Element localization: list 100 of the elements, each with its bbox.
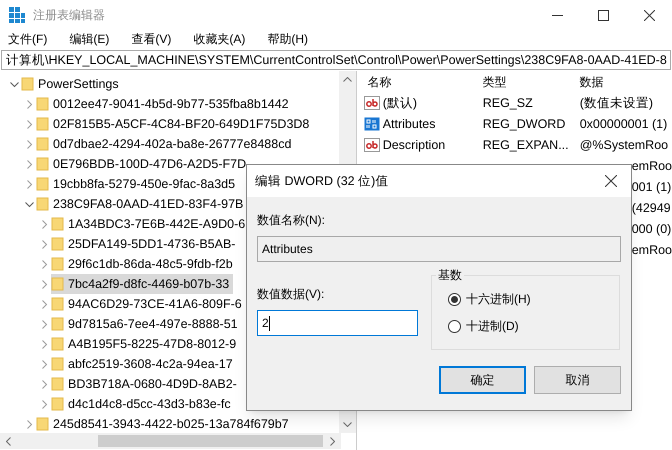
string-value-icon: [364, 138, 380, 153]
folder-icon: [36, 197, 49, 211]
expand-chevron-icon[interactable]: [40, 240, 49, 248]
address-bar[interactable]: 计算机\HKEY_LOCAL_MACHINE\SYSTEM\CurrentControlSet\Control\Power\PowerSettings\238C9FA8-0AAD-41ED-8: [1, 50, 671, 70]
column-header[interactable]: 名称: [362, 73, 477, 91]
value-name[interactable]: (默认): [382, 94, 418, 113]
value-name[interactable]: Description: [382, 136, 446, 155]
scroll-left-icon[interactable]: [6, 436, 11, 446]
collapse-chevron-icon[interactable]: [10, 80, 19, 88]
scroll-down-icon[interactable]: [342, 422, 352, 427]
expand-chevron-icon[interactable]: [25, 100, 34, 108]
value-data: (42949: [632, 200, 671, 218]
expand-chevron-icon[interactable]: [40, 360, 49, 368]
folder-icon: [51, 217, 64, 231]
expand-chevron-icon[interactable]: [40, 400, 49, 408]
menu-item[interactable]: 帮助(H): [263, 30, 312, 48]
folder-icon: [51, 297, 64, 311]
value-data-label: 数值数据(V):: [257, 286, 326, 303]
tree-item[interactable]: 1A34BDC3-7E6B-442E-A9D0-6: [51, 214, 250, 234]
value-data: emRoo: [632, 242, 672, 260]
binary-value-icon: [364, 117, 380, 132]
folder-icon: [36, 117, 49, 131]
expand-chevron-icon[interactable]: [40, 260, 49, 268]
value-type: REG_DWORD: [482, 116, 566, 134]
value-data: 000 (0): [632, 221, 672, 238]
tree-item[interactable]: 9d7815a6-7ee4-497e-8888-51: [51, 314, 242, 334]
folder-icon: [51, 257, 64, 271]
dialog-title: 编辑 DWORD (32 位)值: [255, 172, 388, 190]
column-header[interactable]: 数据: [574, 73, 664, 91]
tree-item[interactable]: 238C9FA8-0AAD-41ED-83F4-97B: [36, 194, 248, 214]
expand-chevron-icon[interactable]: [40, 280, 49, 288]
tree-item[interactable]: 0E796BDB-100D-47D6-A2D5-F7D: [36, 154, 250, 174]
tree-item[interactable]: 94AC6D29-73CE-41A6-809F-6: [51, 294, 246, 314]
expand-chevron-icon[interactable]: [40, 220, 49, 228]
value-type: REG_EXPAN...: [482, 137, 570, 154]
expand-chevron-icon[interactable]: [25, 140, 34, 148]
value-data: 0x00000001 (1): [578, 116, 668, 134]
registry-app-icon: [8, 6, 26, 24]
value-data-field[interactable]: 2: [257, 310, 418, 336]
folder-icon: [51, 277, 64, 291]
menu-item[interactable]: 查看(V): [127, 30, 176, 48]
folder-icon: [36, 137, 49, 151]
tree-item[interactable]: 0d7dbae2-4294-402a-ba8e-26777e8488cd: [36, 134, 296, 154]
maximize-icon: [598, 10, 608, 20]
expand-chevron-icon[interactable]: [40, 320, 49, 328]
tree-item[interactable]: 25DFA149-5DD1-4736-B5AB-: [51, 234, 240, 254]
tree-item[interactable]: BD3B718A-0680-4D9D-8AB2-: [51, 374, 241, 394]
value-type: REG_SZ: [482, 95, 534, 112]
base-group-title: 基数: [436, 266, 464, 284]
tree-item[interactable]: abfc2519-3608-4c2a-94ea-17: [51, 354, 237, 374]
radio-label[interactable]: 十六进制(H): [466, 290, 531, 308]
folder-icon: [51, 237, 64, 251]
cancel-button[interactable]: 取消: [534, 366, 621, 394]
tree-item[interactable]: d4c1d4c8-d5cc-43d3-b83e-fc: [51, 394, 235, 414]
ok-button[interactable]: 确定: [439, 366, 526, 394]
expand-chevron-icon[interactable]: [25, 160, 34, 168]
expand-chevron-icon[interactable]: [25, 180, 34, 188]
folder-icon: [21, 77, 34, 91]
menu-item[interactable]: 文件(F): [4, 30, 52, 48]
tree-item[interactable]: 29f6c1db-86da-48c5-9fdb-f2b: [51, 254, 237, 274]
value-name-field[interactable]: Attributes: [257, 236, 621, 262]
tree-item[interactable]: PowerSettings: [21, 74, 123, 94]
radio-button[interactable]: [448, 292, 461, 306]
expand-chevron-icon[interactable]: [40, 380, 49, 388]
scrollbar-thumb[interactable]: [98, 435, 323, 447]
value-data: 001 (1): [632, 179, 672, 196]
folder-icon: [51, 357, 64, 371]
close-icon: [644, 10, 654, 20]
folder-icon: [36, 417, 49, 431]
folder-icon: [36, 177, 49, 191]
folder-icon: [51, 317, 64, 331]
folder-icon: [36, 157, 49, 171]
expand-chevron-icon[interactable]: [40, 300, 49, 308]
tree-item[interactable]: 0012ee47-9041-4b5d-9b77-535fba8b1442: [36, 94, 293, 114]
value-name-label: 数值名称(N):: [257, 212, 326, 229]
column-header[interactable]: 类型: [476, 73, 574, 91]
string-value-icon: [364, 96, 380, 111]
scroll-up-icon[interactable]: [342, 77, 352, 82]
radio-button[interactable]: [448, 320, 461, 332]
menu-item[interactable]: 编辑(E): [65, 30, 114, 48]
tree-item[interactable]: 7bc4a2f9-d8fc-4469-b07b-33: [51, 274, 234, 294]
window-title: 注册表编辑器: [33, 7, 105, 24]
value-data: (数值未设置): [578, 95, 654, 112]
minimize-icon: [552, 14, 562, 16]
value-name[interactable]: Attributes: [382, 115, 436, 134]
tree-item[interactable]: 02F815B5-A5CF-4C84-BF20-649D1F75D3D8: [36, 114, 314, 134]
radio-label[interactable]: 十进制(D): [466, 317, 519, 335]
value-data: @%SystemRoo: [578, 137, 668, 154]
scroll-right-icon[interactable]: [330, 436, 335, 446]
collapse-chevron-icon[interactable]: [25, 200, 34, 208]
tree-item[interactable]: A4B195F5-8225-47D8-8012-9: [51, 334, 240, 354]
expand-chevron-icon[interactable]: [40, 340, 49, 348]
folder-icon: [36, 97, 49, 111]
menu-item[interactable]: 收藏夹(A): [189, 30, 250, 48]
horizontal-scrollbar[interactable]: [0, 433, 341, 449]
tree-item[interactable]: 245d8541-3943-4422-b025-13a784f679b7: [36, 414, 293, 434]
tree-item[interactable]: 19cbb8fa-5279-450e-9fac-8a3d5: [36, 174, 240, 194]
value-data: emRoo: [632, 158, 672, 176]
expand-chevron-icon[interactable]: [25, 420, 34, 428]
expand-chevron-icon[interactable]: [25, 120, 34, 128]
